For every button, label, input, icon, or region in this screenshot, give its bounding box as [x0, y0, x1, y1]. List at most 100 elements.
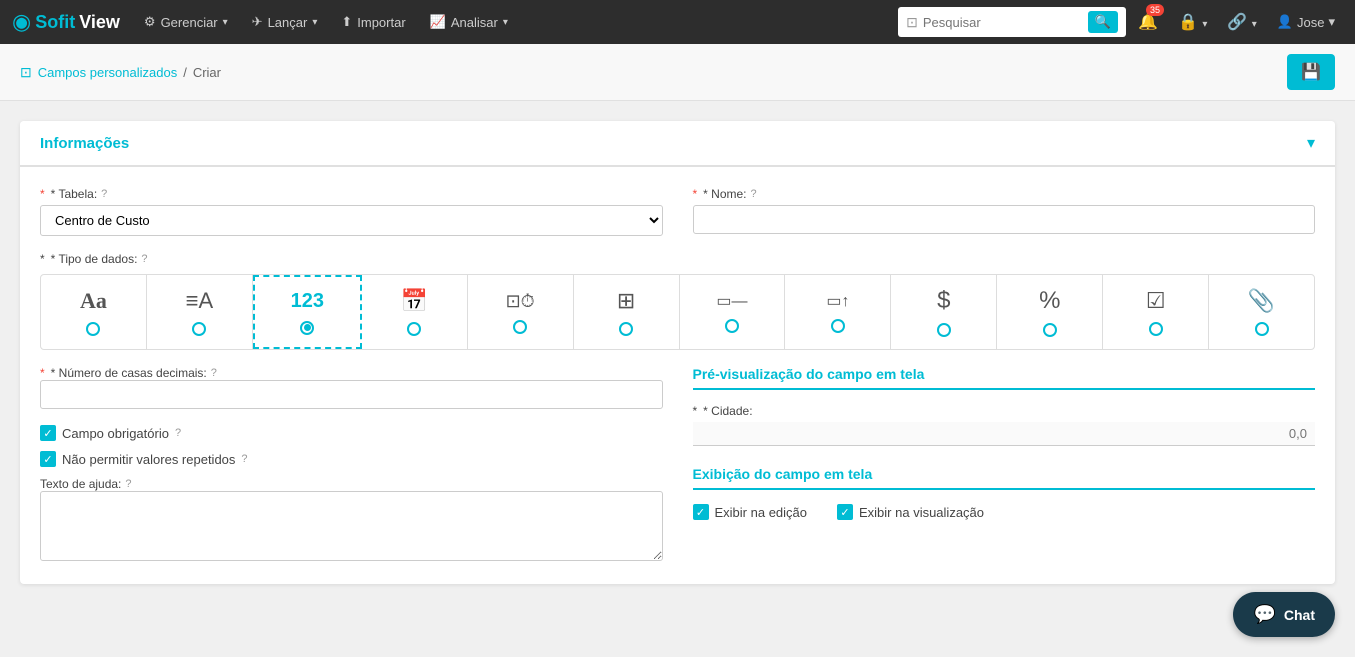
breadcrumb-home-icon: ⊡ — [20, 64, 32, 81]
nao-repetir-help-icon[interactable]: ? — [241, 453, 247, 465]
num-casas-input[interactable]: 1 — [40, 380, 663, 409]
exibir-visualizacao-option: Exibir na visualização — [837, 504, 984, 520]
breadcrumb-current: Criar — [193, 65, 221, 80]
campo-obrigatorio-help-icon[interactable]: ? — [175, 427, 181, 439]
data-types-grid: Aa ≡A 123 📅 — [40, 274, 1315, 350]
nome-input[interactable]: Cidade — [693, 205, 1316, 234]
gear-icon: ⚙ — [144, 14, 156, 30]
type-currency-radio[interactable] — [937, 323, 951, 337]
chevron-down-icon: ▾ — [223, 17, 228, 28]
brand-circle-icon: ◉ — [12, 9, 31, 35]
exibir-visualizacao-label: Exibir na visualização — [859, 505, 984, 520]
type-richtext-radio[interactable] — [192, 322, 206, 336]
left-panel: * * Número de casas decimais: ? 1 Campo … — [40, 366, 663, 564]
type-input2-radio[interactable] — [831, 319, 845, 333]
type-number-radio[interactable] — [300, 321, 314, 335]
exibir-edicao-checkbox[interactable] — [693, 504, 709, 520]
num-casas-group: * * Número de casas decimais: ? 1 — [40, 366, 663, 409]
type-input2-icon: ▭↑ — [826, 291, 849, 311]
search-input[interactable] — [923, 15, 1083, 30]
chat-button[interactable]: 💬 Chat — [1233, 592, 1335, 637]
texto-ajuda-help-icon[interactable]: ? — [125, 478, 131, 490]
save-button[interactable]: 💾 — [1287, 54, 1335, 90]
brand-view: View — [79, 12, 120, 33]
type-text-icon: Aa — [80, 288, 107, 314]
campo-obrigatorio-checkbox[interactable] — [40, 425, 56, 441]
type-date[interactable]: 📅 — [362, 275, 468, 349]
type-number[interactable]: 123 — [253, 275, 362, 349]
search-button[interactable]: 🔍 — [1088, 11, 1118, 33]
texto-ajuda-textarea[interactable] — [40, 491, 663, 561]
type-table-radio[interactable] — [619, 322, 633, 336]
exibir-visualizacao-checkbox[interactable] — [837, 504, 853, 520]
tipo-dados-section: * * Tipo de dados: ? Aa ≡A 123 — [40, 252, 1315, 350]
type-datetime[interactable]: ⊡⏱ — [468, 275, 574, 349]
preview-field-label: * * Cidade: — [693, 404, 1316, 418]
texto-ajuda-label: Texto de ajuda: ? — [40, 477, 663, 491]
type-attach-radio[interactable] — [1255, 322, 1269, 336]
nav-importar[interactable]: ⬆ Importar — [331, 8, 415, 36]
tabela-help-icon[interactable]: ? — [101, 188, 107, 200]
nao-repetir-row: Não permitir valores repetidos ? — [40, 451, 663, 467]
chevron-down-icon: ▾ — [503, 17, 508, 28]
type-attach-icon: 📎 — [1248, 288, 1275, 314]
campo-obrigatorio-row: Campo obrigatório ? — [40, 425, 663, 441]
type-attach[interactable]: 📎 — [1209, 275, 1314, 349]
preview-field-group: * * Cidade: — [693, 404, 1316, 446]
type-text-radio[interactable] — [86, 322, 100, 336]
brand-sofit: Sofit — [35, 12, 75, 33]
brand-logo[interactable]: ◉ Sofit View — [12, 9, 120, 35]
type-richtext[interactable]: ≡A — [147, 275, 253, 349]
exibir-edicao-option: Exibir na edição — [693, 504, 808, 520]
type-checkbox-radio[interactable] — [1149, 322, 1163, 336]
type-percent[interactable]: % — [997, 275, 1103, 349]
type-datetime-radio[interactable] — [513, 320, 527, 334]
breadcrumb-parent[interactable]: Campos personalizados — [38, 65, 177, 80]
texto-ajuda-group: Texto de ajuda: ? — [40, 477, 663, 564]
user-menu[interactable]: 👤 Jose ▾ — [1269, 10, 1343, 34]
type-input2[interactable]: ▭↑ — [785, 275, 891, 349]
type-table-icon: ⊞ — [617, 288, 635, 314]
num-casas-label: * * Número de casas decimais: ? — [40, 366, 663, 380]
tabela-select[interactable]: Centro de CustoContasClientes — [40, 205, 663, 236]
type-date-radio[interactable] — [407, 322, 421, 336]
lock-button[interactable]: 🔒 ▾ — [1170, 8, 1215, 36]
type-number-icon: 123 — [291, 290, 324, 313]
nav-lancar[interactable]: ✈ Lançar ▾ — [242, 8, 328, 36]
nao-repetir-checkbox[interactable] — [40, 451, 56, 467]
type-input1-radio[interactable] — [725, 319, 739, 333]
type-table[interactable]: ⊞ — [574, 275, 680, 349]
chat-label: Chat — [1284, 607, 1315, 623]
type-percent-radio[interactable] — [1043, 323, 1057, 337]
notification-button[interactable]: 🔔 35 — [1130, 8, 1166, 36]
nav-analisar[interactable]: 📈 Analisar ▾ — [420, 8, 518, 36]
breadcrumb-separator: / — [183, 65, 187, 80]
type-currency-icon: $ — [937, 287, 950, 315]
num-casas-help-icon[interactable]: ? — [211, 367, 217, 379]
type-percent-icon: % — [1039, 287, 1060, 315]
campo-obrigatorio-label: Campo obrigatório — [62, 426, 169, 441]
preview-field-input[interactable] — [693, 422, 1316, 446]
type-currency[interactable]: $ — [891, 275, 997, 349]
nome-group: * * Nome: ? Cidade — [693, 187, 1316, 236]
chart-icon: 📈 — [430, 14, 446, 30]
nav-gerenciar[interactable]: ⚙ Gerenciar ▾ — [134, 8, 238, 36]
tipo-help-icon[interactable]: ? — [141, 253, 147, 265]
display-title: Exibição do campo em tela — [693, 466, 1316, 490]
nome-label: * * Nome: ? — [693, 187, 1316, 201]
navbar: ◉ Sofit View ⚙ Gerenciar ▾ ✈ Lançar ▾ ⬆ … — [0, 0, 1355, 44]
nome-help-icon[interactable]: ? — [751, 188, 757, 200]
breadcrumb: ⊡ Campos personalizados / Criar — [20, 64, 221, 81]
type-input1[interactable]: ▭— — [680, 275, 786, 349]
type-text[interactable]: Aa — [41, 275, 147, 349]
type-input1-icon: ▭— — [716, 291, 747, 311]
import-icon: ⬆ — [341, 14, 352, 30]
launch-icon: ✈ — [252, 14, 263, 30]
type-checkbox[interactable]: ☑ — [1103, 275, 1209, 349]
chevron-down-icon: ▾ — [1252, 19, 1257, 30]
notification-badge: 35 — [1146, 4, 1164, 16]
display-options-row: Exibir na edição Exibir na visualização — [693, 504, 1316, 520]
collapse-icon[interactable]: ▾ — [1307, 133, 1315, 153]
search-box: ⊡ 🔍 — [898, 7, 1126, 37]
network-button[interactable]: 🔗 ▾ — [1219, 8, 1264, 36]
